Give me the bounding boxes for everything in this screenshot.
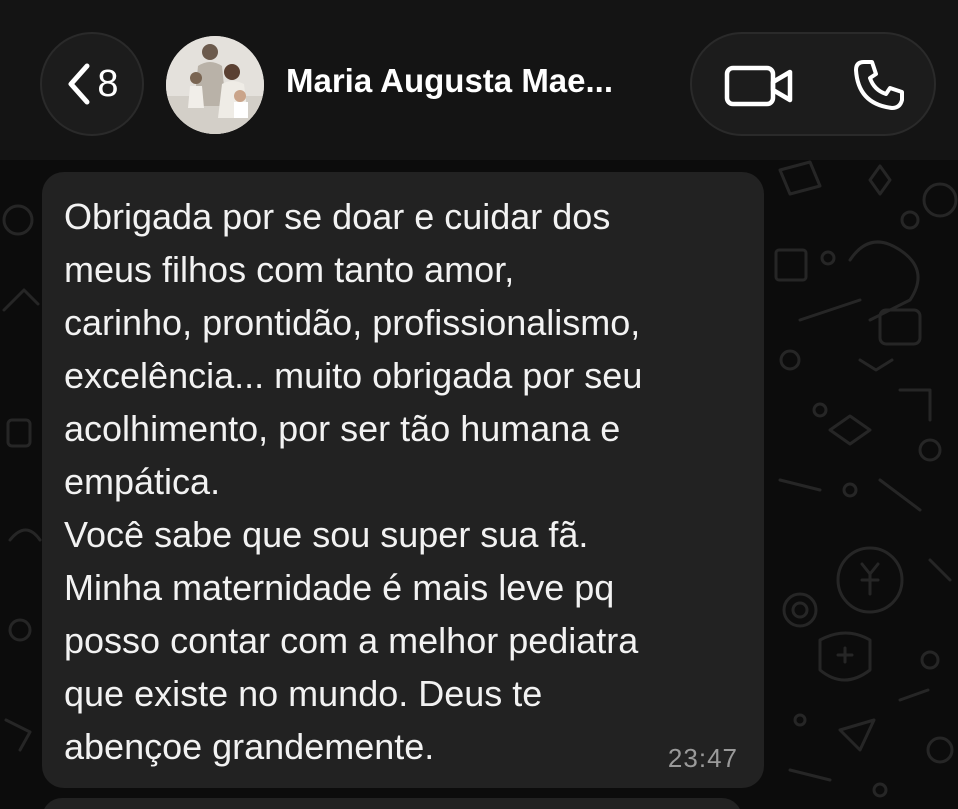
chat-screen: 8 Maria Augusta Mae... Obrigada por se d… <box>0 0 958 809</box>
video-camera-icon <box>724 65 793 107</box>
contact-avatar[interactable] <box>166 36 264 134</box>
phone-icon <box>854 60 904 110</box>
video-call-button[interactable] <box>724 64 794 108</box>
chat-header: 8 Maria Augusta Mae... <box>0 0 958 160</box>
contact-name[interactable]: Maria Augusta Mae... <box>286 62 646 100</box>
incoming-message-bubble[interactable]: Obrigada por se doar e cuidar dos meus f… <box>42 172 764 788</box>
back-button[interactable]: 8 <box>40 32 144 136</box>
chevron-left-icon <box>65 62 91 106</box>
unread-count: 8 <box>97 62 119 105</box>
next-message-bubble[interactable] <box>42 798 742 809</box>
message-text: Obrigada por se doar e cuidar dos meus f… <box>64 196 643 767</box>
message-timestamp: 23:47 <box>667 743 738 773</box>
call-actions <box>690 32 936 136</box>
voice-call-button[interactable] <box>852 58 906 112</box>
